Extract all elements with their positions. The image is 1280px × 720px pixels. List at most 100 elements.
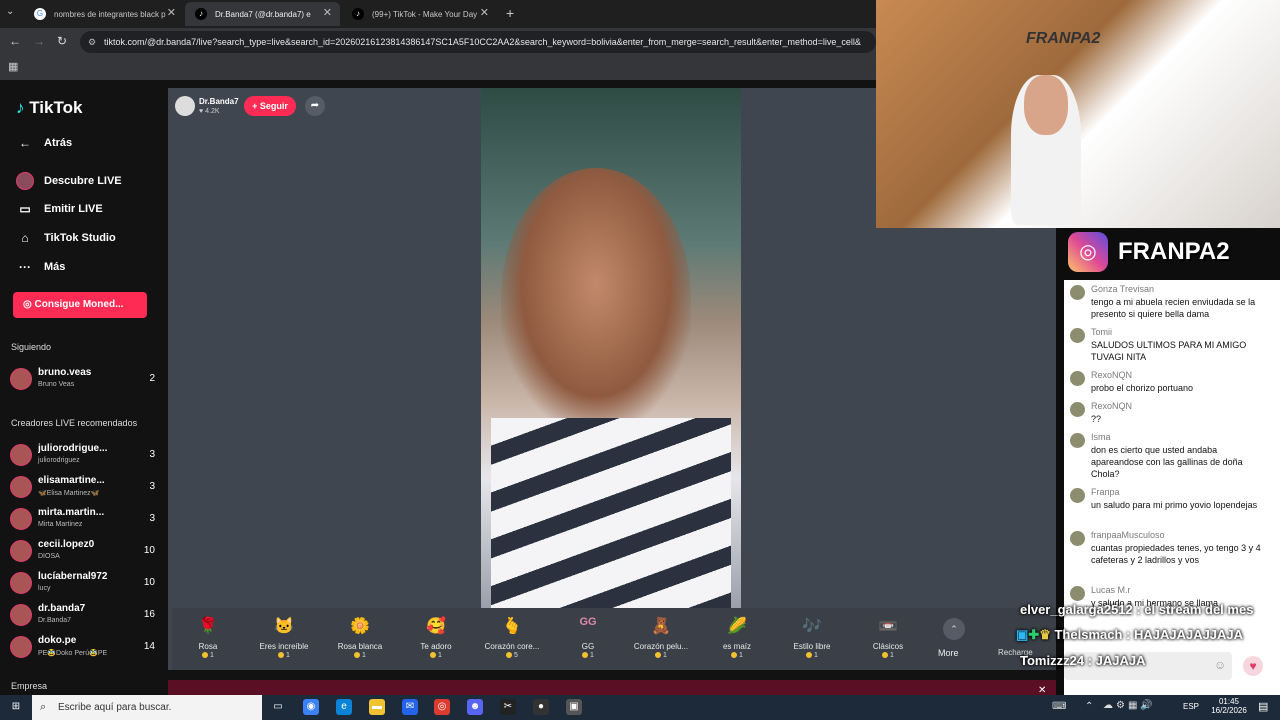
gift-price: 5: [477, 652, 547, 659]
keyboard-icon[interactable]: ⌨: [1052, 701, 1066, 712]
host-avatar[interactable]: [175, 96, 195, 116]
tab-list-chevron-icon[interactable]: ⌄: [6, 6, 14, 17]
tab-bar: ⌄ G nombres de integrantes black p ✕ ♪ D…: [0, 0, 876, 28]
following-item[interactable]: bruno.veas Bruno Veas 2: [10, 366, 155, 394]
more-gifts-button[interactable]: More: [938, 648, 959, 658]
gift-price: 1: [401, 652, 471, 659]
gift-price: 1: [777, 652, 847, 659]
emoji-icon[interactable]: ☺: [1214, 658, 1226, 672]
live-video[interactable]: [481, 88, 741, 608]
recommended-item[interactable]: elisamartine... 🦋Elisa Martinez🦋 3: [10, 474, 155, 502]
reload-icon[interactable]: ↻: [57, 34, 67, 48]
gift-item[interactable]: 🌽 es maíz 1: [702, 616, 772, 659]
gift-price: 1: [249, 652, 319, 659]
creator-subtitle: Bruno Veas: [38, 381, 75, 388]
nav-discover-live[interactable]: Descubre LIVE: [16, 172, 122, 190]
host-name[interactable]: Dr.Banda7: [199, 97, 239, 106]
nav-tiktok-studio[interactable]: ⌂ TikTok Studio: [16, 231, 115, 245]
neon-sign-text: FRANPA2: [1026, 30, 1101, 47]
creator-name: cecii.lopez0: [38, 539, 95, 550]
gift-item[interactable]: 🫰 Corazón core... 5: [477, 616, 547, 659]
nav-go-live[interactable]: ▭ Emitir LIVE: [16, 202, 103, 216]
viewer-count: 14: [143, 641, 155, 652]
close-icon[interactable]: ✕: [480, 6, 489, 19]
tiktok-note-icon: ♪: [16, 98, 25, 117]
task-view-icon[interactable]: ▭: [270, 699, 286, 715]
tab-google[interactable]: G nombres de integrantes black p ✕: [24, 2, 184, 26]
following-title: Siguiendo: [11, 342, 52, 352]
overlay-chat-line: ▣✚♛ Thelsmach : HAJAJAJAJJAJA: [1016, 627, 1243, 643]
tab-tiktok-home[interactable]: ♪ (99+) TikTok - Make Your Day ✕: [342, 2, 497, 26]
avatar: [10, 540, 32, 562]
avatar: [10, 368, 32, 390]
chrome-icon[interactable]: ◎: [434, 699, 450, 715]
tray-chevron-icon[interactable]: ⌃: [1085, 701, 1093, 712]
more-icon: ···: [19, 260, 31, 274]
close-icon[interactable]: ✕: [167, 6, 176, 19]
recommended-item[interactable]: mirta.martin... Mirta Martinez 3: [10, 506, 155, 534]
mail-icon[interactable]: ✉: [402, 699, 418, 715]
site-settings-icon[interactable]: ⚙: [88, 31, 96, 53]
gift-bar: 🌹 Rosa 1 🐱 Eres increíble 1 🌼 Rosa blanca 1 🥰 T…: [172, 608, 1056, 670]
new-tab-button[interactable]: +: [506, 5, 514, 21]
edge-icon[interactable]: e: [336, 699, 352, 715]
gift-item[interactable]: GG GG 1: [553, 616, 623, 659]
obs-icon[interactable]: ●: [533, 699, 549, 715]
gift-item[interactable]: 🌹 Rosa 1: [173, 616, 243, 659]
chat-user: RexoNQN: [1091, 370, 1133, 380]
windows-start-icon[interactable]: ⊞: [8, 699, 24, 715]
gift-label: Eres increíble: [259, 642, 309, 651]
notifications-icon[interactable]: ▤: [1258, 700, 1268, 713]
avatar: [10, 636, 32, 658]
recommended-item[interactable]: dr.banda7 Dr.Banda7 16: [10, 602, 155, 630]
viewer-count: 3: [149, 513, 155, 524]
file-explorer-icon[interactable]: ▬: [369, 699, 385, 715]
language-indicator[interactable]: ESP: [1183, 702, 1199, 711]
creator-name: juliorodrigue...: [38, 443, 108, 454]
tiktok-logo[interactable]: ♪ TikTok: [16, 98, 82, 118]
gift-item[interactable]: 🐱 Eres increíble 1: [249, 616, 319, 659]
chevron-up-icon[interactable]: ⌃: [943, 618, 965, 640]
recommended-item[interactable]: juliorodrigue... juliorodriguez 3: [10, 442, 155, 470]
back-link[interactable]: ← Atrás: [16, 136, 72, 150]
copilot-icon[interactable]: ◉: [303, 699, 319, 715]
url-bar[interactable]: ⚙ tiktok.com/@dr.banda7/live?search_type…: [80, 31, 876, 53]
apps-grid-icon[interactable]: ▦: [8, 60, 18, 73]
taskbar-search[interactable]: ⌕ Escribe aquí para buscar.: [32, 695, 262, 720]
gift-item[interactable]: 🥰 Te adoro 1: [401, 616, 471, 659]
recommended-item[interactable]: lucíabernal972 lucy 10: [10, 570, 155, 598]
forward-arrow-icon[interactable]: →: [33, 34, 45, 48]
follow-button[interactable]: + Seguir: [244, 96, 296, 116]
gift-label: GG: [581, 642, 595, 651]
creator-subtitle: Mirta Martinez: [38, 521, 83, 528]
nav-more[interactable]: ··· Más: [16, 260, 65, 274]
chat-text: ??: [1091, 414, 1102, 424]
gift-item[interactable]: 🎶 Estilo libre 1: [777, 616, 847, 659]
tab-tiktok-live[interactable]: ♪ Dr.Banda7 (@dr.banda7) e ✕: [185, 2, 340, 26]
streamer-webcam: FRANPA2: [876, 0, 1280, 228]
gift-item[interactable]: 🧸 Corazón pelu... 1: [626, 616, 696, 659]
creator-subtitle: 🦋Elisa Martinez🦋: [38, 490, 100, 497]
avatar: [1070, 531, 1085, 546]
avatar: [1070, 488, 1085, 503]
recommended-item[interactable]: cecii.lopez0 DIOSA 10: [10, 538, 155, 566]
capcut-icon[interactable]: ✂: [500, 699, 516, 715]
viewer-count: 16: [143, 609, 155, 620]
recommended-item[interactable]: doko.pe PE🥸Doko Perú🥸PE 14: [10, 634, 155, 662]
get-coins-button[interactable]: ◎ Consigue Moned...: [13, 292, 147, 318]
nav-label: Emitir LIVE: [44, 203, 103, 215]
gift-item[interactable]: 📼 Clásicos 1: [853, 616, 923, 659]
back-arrow-icon[interactable]: ←: [9, 34, 21, 48]
tray-icons[interactable]: ☁⚙▦🔊: [1103, 700, 1156, 711]
share-icon[interactable]: ➦: [305, 96, 325, 116]
discord-icon[interactable]: ☻: [467, 699, 483, 715]
clock[interactable]: 01:45 16/2/2026: [1206, 697, 1252, 715]
creator-subtitle: Dr.Banda7: [38, 617, 72, 624]
gift-item[interactable]: 🌼 Rosa blanca 1: [325, 616, 395, 659]
close-icon[interactable]: ✕: [323, 6, 332, 19]
chat-user: Tomii: [1091, 327, 1113, 337]
chat-text: probo el chorizo portuano: [1091, 383, 1194, 393]
striped-shirt: [491, 418, 731, 608]
heart-icon[interactable]: ♥: [1243, 656, 1263, 676]
app-icon[interactable]: ▣: [566, 699, 582, 715]
